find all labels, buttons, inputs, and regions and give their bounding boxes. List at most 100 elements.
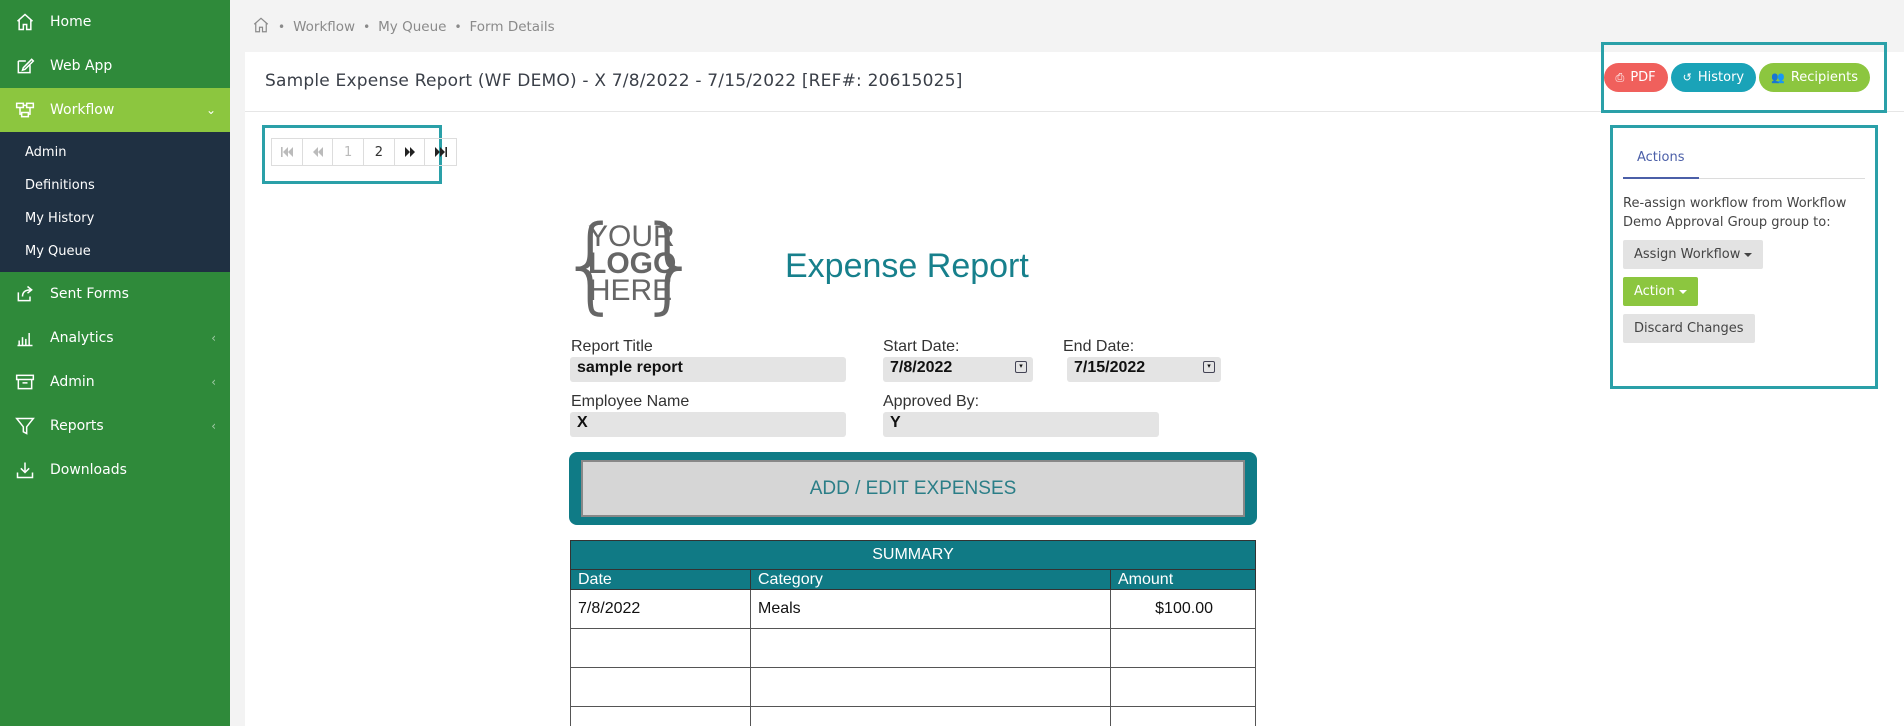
cell-date bbox=[570, 667, 751, 707]
history-button-label: History bbox=[1697, 70, 1745, 85]
action-button[interactable]: Action bbox=[1623, 277, 1698, 306]
reassign-text: Re-assign workflow from Workflow Demo Ap… bbox=[1623, 196, 1847, 230]
assign-workflow-button[interactable]: Assign Workflow bbox=[1623, 240, 1764, 269]
cell-category: Meals bbox=[750, 589, 1111, 629]
calendar-icon[interactable]: ▾ bbox=[1203, 361, 1215, 373]
sidebar-item-web-app[interactable]: Web App bbox=[0, 44, 230, 88]
sidebar-item-analytics[interactable]: Analytics ‹ bbox=[0, 316, 230, 360]
start-date-field[interactable]: 7/8/2022 ▾ bbox=[883, 357, 1033, 382]
table-row bbox=[570, 706, 1256, 726]
pdf-button[interactable]: ⎙ PDF bbox=[1603, 63, 1668, 92]
download-icon bbox=[14, 459, 36, 481]
start-date-value: 7/8/2022 bbox=[890, 359, 953, 376]
cell-amount: $100.00 bbox=[1110, 589, 1256, 629]
page-title: Sample Expense Report (WF DEMO) - X 7/8/… bbox=[265, 71, 963, 91]
table-row bbox=[570, 667, 1256, 707]
chevron-down-icon: ⌄ bbox=[205, 103, 216, 117]
cell-amount bbox=[1110, 628, 1256, 668]
action-button-label: Action bbox=[1634, 284, 1675, 299]
breadcrumb-item-workflow[interactable]: Workflow bbox=[293, 19, 355, 35]
report-title-label: Report Title bbox=[571, 338, 653, 355]
submenu-item-admin[interactable]: Admin bbox=[0, 136, 230, 169]
caret-down-icon bbox=[1744, 252, 1753, 257]
approved-by-field[interactable]: Y bbox=[883, 412, 1159, 437]
home-icon[interactable] bbox=[252, 16, 270, 38]
end-date-value: 7/15/2022 bbox=[1074, 359, 1146, 376]
form-details-panel: Sample Expense Report (WF DEMO) - X 7/8/… bbox=[245, 42, 1904, 726]
sidebar-item-label: Workflow bbox=[50, 102, 115, 118]
sidebar: Home Web App Workflow ⌄ Admin Definition… bbox=[0, 0, 230, 726]
users-icon: 👥 bbox=[1771, 71, 1785, 84]
cell-amount bbox=[1110, 706, 1256, 726]
page-2-button[interactable]: 2 bbox=[364, 139, 395, 165]
sidebar-item-label: Admin bbox=[50, 374, 95, 390]
breadcrumb-separator: • bbox=[454, 20, 462, 34]
logo-brace-right: } bbox=[636, 203, 703, 325]
last-page-icon bbox=[434, 147, 447, 157]
end-date-field[interactable]: 7/15/2022 ▾ bbox=[1067, 357, 1221, 382]
previous-page-button[interactable] bbox=[303, 139, 334, 165]
employee-name-field[interactable]: X bbox=[570, 412, 846, 437]
cell-category bbox=[750, 667, 1111, 707]
cell-category bbox=[750, 628, 1111, 668]
breadcrumb: • Workflow • My Queue • Form Details bbox=[252, 16, 555, 38]
sidebar-item-downloads[interactable]: Downloads bbox=[0, 448, 230, 492]
recipients-button[interactable]: 👥 Recipients bbox=[1759, 63, 1870, 92]
rewind-icon bbox=[312, 147, 323, 157]
actions-card: Actions Re-assign workflow from Workflow… bbox=[1610, 125, 1878, 389]
sidebar-item-workflow[interactable]: Workflow ⌄ bbox=[0, 88, 230, 132]
sidebar-item-sent-forms[interactable]: Sent Forms bbox=[0, 272, 230, 316]
tab-actions[interactable]: Actions bbox=[1623, 143, 1699, 179]
approved-by-label: Approved By: bbox=[883, 393, 980, 410]
history-icon: ↺ bbox=[1682, 71, 1692, 84]
first-page-button[interactable] bbox=[272, 139, 303, 165]
company-logo-placeholder: { YOUR LOGO HERE } bbox=[558, 203, 703, 325]
end-date-label: End Date: bbox=[1063, 338, 1135, 355]
submenu-item-my-history[interactable]: My History bbox=[0, 202, 230, 235]
archive-icon bbox=[14, 371, 36, 393]
filter-icon bbox=[14, 415, 36, 437]
page-1-button[interactable]: 1 bbox=[333, 139, 365, 165]
breadcrumb-separator: • bbox=[363, 20, 371, 34]
workflow-submenu: Admin Definitions My History My Queue bbox=[0, 132, 230, 272]
sidebar-item-home[interactable]: Home bbox=[0, 0, 230, 44]
sidebar-item-label: Downloads bbox=[50, 462, 127, 478]
add-edit-expenses-button[interactable]: ADD / EDIT EXPENSES bbox=[581, 460, 1245, 517]
sidebar-item-label: Home bbox=[50, 14, 92, 30]
cell-date bbox=[570, 628, 751, 668]
workflow-icon bbox=[14, 99, 36, 121]
cell-date: 7/8/2022 bbox=[570, 589, 751, 629]
pager: 1 2 bbox=[271, 138, 457, 166]
report-title-field[interactable]: sample report bbox=[570, 357, 846, 382]
sidebar-item-label: Sent Forms bbox=[50, 286, 129, 302]
column-header-amount: Amount bbox=[1110, 569, 1256, 590]
history-button[interactable]: ↺ History bbox=[1670, 63, 1757, 92]
submenu-item-definitions[interactable]: Definitions bbox=[0, 169, 230, 202]
summary-caption: SUMMARY bbox=[570, 540, 1256, 570]
summary-table: SUMMARY Date Category Amount 7/8/2022 Me… bbox=[570, 540, 1256, 726]
calendar-icon[interactable]: ▾ bbox=[1015, 361, 1027, 373]
last-page-button[interactable] bbox=[425, 139, 456, 165]
sidebar-item-admin[interactable]: Admin ‹ bbox=[0, 360, 230, 404]
breadcrumb-item-my-queue[interactable]: My Queue bbox=[378, 19, 446, 35]
chevron-left-icon: ‹ bbox=[211, 419, 216, 433]
column-header-date: Date bbox=[570, 569, 751, 590]
sidebar-item-reports[interactable]: Reports ‹ bbox=[0, 404, 230, 448]
next-page-button[interactable] bbox=[395, 139, 426, 165]
caret-down-icon bbox=[1678, 289, 1687, 294]
sidebar-item-label: Reports bbox=[50, 418, 104, 434]
chevron-left-icon: ‹ bbox=[211, 331, 216, 345]
panel-header: Sample Expense Report (WF DEMO) - X 7/8/… bbox=[245, 42, 1904, 113]
sidebar-item-label: Analytics bbox=[50, 330, 114, 346]
table-row bbox=[570, 628, 1256, 668]
column-header-category: Category bbox=[750, 569, 1111, 590]
bar-chart-icon bbox=[14, 327, 36, 349]
form-title: Expense Report bbox=[785, 247, 1029, 285]
cell-category bbox=[750, 706, 1111, 726]
cell-amount bbox=[1110, 667, 1256, 707]
fast-forward-icon bbox=[404, 147, 415, 157]
recipients-button-label: Recipients bbox=[1790, 70, 1858, 85]
discard-changes-button[interactable]: Discard Changes bbox=[1623, 314, 1755, 343]
submenu-item-my-queue[interactable]: My Queue bbox=[0, 235, 230, 268]
first-page-icon bbox=[280, 147, 293, 157]
